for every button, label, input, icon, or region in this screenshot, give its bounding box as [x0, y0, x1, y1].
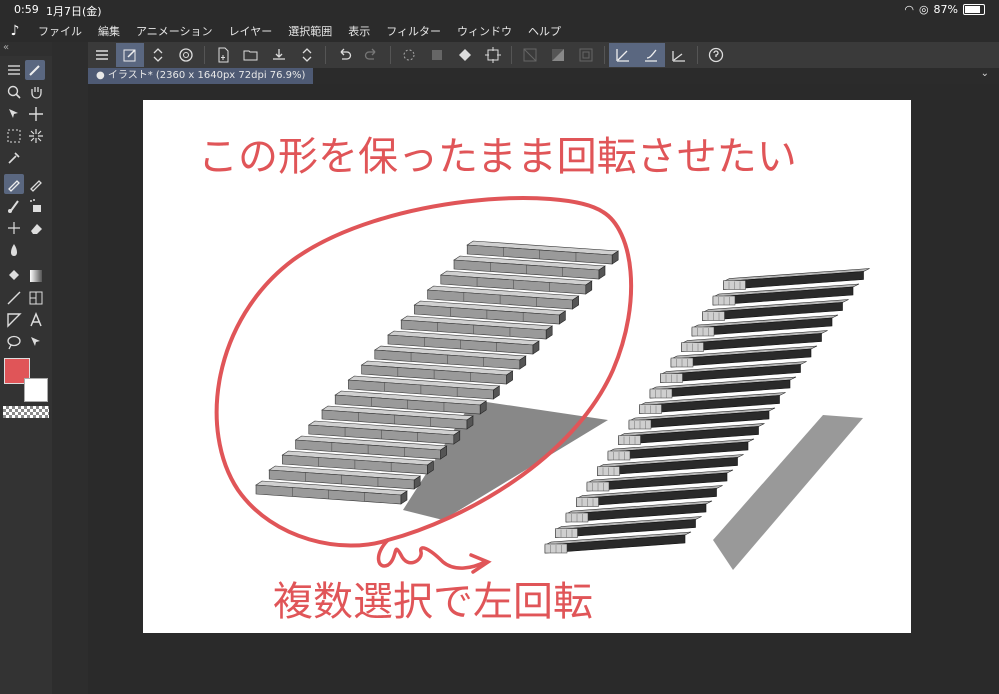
toolbar-divider	[511, 46, 512, 64]
menu-window[interactable]: ウィンドウ	[449, 23, 520, 39]
pen-tab-icon[interactable]	[25, 60, 45, 80]
chevron-updown-icon[interactable]	[144, 43, 172, 67]
artwork: この形を保ったまま回転させたい 複数選択で左回転	[198, 134, 870, 625]
ruler-snap-icon[interactable]	[609, 43, 637, 67]
pencil-icon[interactable]	[26, 174, 46, 194]
menu-selection[interactable]: 選択範囲	[280, 23, 340, 39]
wifi-icon: ◠	[904, 3, 914, 16]
eraser-icon[interactable]	[26, 218, 46, 238]
sub-color-swatch[interactable]	[24, 378, 48, 402]
command-bar	[88, 42, 999, 68]
open-folder-icon[interactable]	[237, 43, 265, 67]
decoration-icon[interactable]	[4, 218, 24, 238]
menu-filter[interactable]: フィルター	[378, 23, 449, 39]
staircase-left	[255, 240, 620, 520]
chevron-down-icon[interactable]: ⌄	[981, 68, 989, 79]
status-date: 1月7日(金)	[46, 5, 102, 18]
tool-palette-header: «	[0, 42, 52, 56]
menu-file[interactable]: ファイル	[30, 23, 90, 39]
transform-icon[interactable]	[479, 43, 507, 67]
pen-tool-icon[interactable]	[4, 174, 24, 194]
special-ruler-snap-icon[interactable]	[637, 43, 665, 67]
menu-view[interactable]: 表示	[340, 23, 378, 39]
menu-help[interactable]: ヘルプ	[520, 23, 569, 39]
layer-copy-icon[interactable]	[423, 43, 451, 67]
annotation-bottom-text: 複数選択で左回転	[273, 579, 593, 625]
gradient-icon[interactable]	[26, 266, 46, 286]
annotation-top-text: この形を保ったまま回転させたい	[198, 134, 797, 180]
battery-icon	[963, 4, 985, 15]
toolbar-divider	[697, 46, 698, 64]
hamburger-icon[interactable]	[88, 43, 116, 67]
status-time: 0:59	[14, 3, 39, 16]
hand-icon[interactable]	[26, 82, 46, 102]
grid-snap-icon[interactable]	[665, 43, 693, 67]
marquee-icon[interactable]	[4, 126, 24, 146]
eyedropper-icon[interactable]	[4, 148, 24, 168]
document-tab-bar: ● イラスト* (2360 x 1640px 72dpi 76.9%) ⌄	[88, 68, 999, 84]
loading-icon[interactable]	[395, 43, 423, 67]
zoom-icon[interactable]	[4, 82, 24, 102]
canvas-paper[interactable]: この形を保ったまま回転させたい 複数選択で左回転	[143, 100, 911, 633]
balloon-icon[interactable]	[4, 332, 24, 352]
menu-bar: ♪ ファイル 編集 アニメーション レイヤー 選択範囲 表示 フィルター ウィン…	[0, 20, 999, 42]
toolbar-divider	[604, 46, 605, 64]
brush-icon[interactable]	[4, 196, 24, 216]
app-logo-icon[interactable]: ♪	[0, 23, 30, 39]
text-icon[interactable]	[26, 310, 46, 330]
annotation-arrow	[376, 538, 487, 570]
fill-icon[interactable]	[4, 266, 24, 286]
tab-dot-icon: ●	[96, 70, 108, 81]
help-icon[interactable]	[702, 43, 730, 67]
menu-animation[interactable]: アニメーション	[128, 23, 221, 39]
status-right: ◠ ◎ 87%	[904, 3, 985, 16]
sub-tool-strip	[52, 42, 88, 694]
correct-line-icon[interactable]	[26, 332, 46, 352]
ruler-icon[interactable]	[4, 310, 24, 330]
menu-layer[interactable]: レイヤー	[221, 23, 281, 39]
new-file-icon[interactable]	[209, 43, 237, 67]
document-tab-label: イラスト* (2360 x 1640px 72dpi 76.9%)	[107, 70, 306, 81]
status-bar: 0:59 1月7日(金) ◠ ◎ 87%	[0, 0, 999, 20]
magic-wand-icon[interactable]	[26, 126, 46, 146]
frame-icon[interactable]	[26, 288, 46, 308]
blend-icon[interactable]	[4, 240, 24, 260]
toolbar-divider	[204, 46, 205, 64]
menu-edit[interactable]: 編集	[90, 23, 128, 39]
object-select-icon[interactable]	[4, 104, 24, 124]
undo-icon[interactable]	[330, 43, 358, 67]
companion-icon[interactable]	[172, 43, 200, 67]
move-icon[interactable]	[26, 104, 46, 124]
selection-border-icon[interactable]	[572, 43, 600, 67]
deselect-icon[interactable]	[516, 43, 544, 67]
redo-icon[interactable]	[358, 43, 386, 67]
invert-selection-icon[interactable]	[544, 43, 572, 67]
transparent-color-swatch[interactable]	[3, 406, 49, 418]
line-icon[interactable]	[4, 288, 24, 308]
orientation-lock-icon: ◎	[918, 3, 929, 16]
battery-percent: 87%	[933, 3, 958, 16]
toolbar-divider	[325, 46, 326, 64]
edit-mode-icon[interactable]	[116, 43, 144, 67]
document-tab[interactable]: ● イラスト* (2360 x 1640px 72dpi 76.9%)	[88, 68, 314, 84]
save-icon[interactable]	[265, 43, 293, 67]
stair-shadow	[713, 415, 863, 570]
fill-bucket-icon[interactable]	[451, 43, 479, 67]
airbrush-icon[interactable]	[26, 196, 46, 216]
menu-icon[interactable]	[4, 60, 24, 80]
toolbar-divider	[390, 46, 391, 64]
chevron-updown-2-icon[interactable]	[293, 43, 321, 67]
